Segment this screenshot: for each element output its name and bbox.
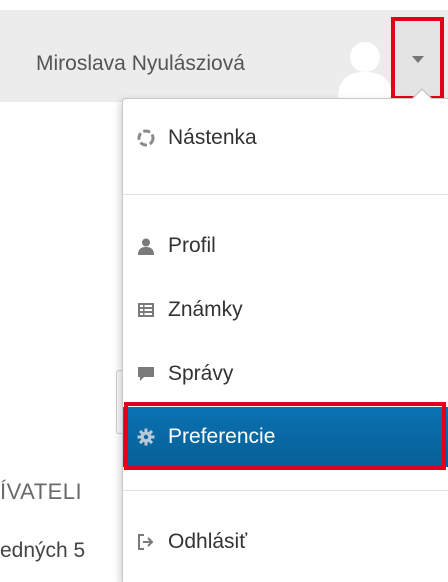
user-avatar-icon[interactable]	[336, 36, 394, 98]
caret-down-icon	[412, 56, 424, 63]
user-menu-dropdown: Nástenka Profil Známky Správy Preferenci…	[122, 88, 448, 582]
menu-item-label: Preferencie	[168, 425, 276, 448]
menu-item-profil[interactable]: Profil	[123, 221, 448, 271]
menu-item-label: Profil	[168, 234, 216, 257]
user-icon	[137, 237, 155, 255]
dropdown-arrow-inner	[412, 90, 432, 100]
menu-item-label: Známky	[168, 298, 243, 321]
logout-icon	[137, 533, 155, 551]
menu-item-label: Nástenka	[168, 126, 257, 149]
background-heading-fragment: ÍVATELI	[0, 479, 83, 504]
menu-item-label: Správy	[168, 362, 234, 385]
menu-item-label: Odhlásiť	[168, 530, 248, 553]
top-navbar: Miroslava Nyulásziová	[0, 10, 448, 102]
menu-item-znamky[interactable]: Známky	[123, 285, 448, 335]
background-text-fragment: edných 5	[0, 539, 86, 562]
menu-item-spravy[interactable]: Správy	[123, 349, 448, 399]
page: ÍVATELI edných 5 Miroslava Nyulásziová N…	[0, 0, 448, 582]
grades-table-icon	[137, 301, 155, 319]
user-name[interactable]: Miroslava Nyulásziová	[36, 52, 245, 76]
menu-divider	[123, 194, 448, 195]
menu-item-nastenka[interactable]: Nástenka	[123, 113, 448, 163]
message-icon	[137, 365, 155, 383]
menu-divider	[123, 490, 448, 491]
menu-item-preferencie[interactable]: Preferencie	[123, 407, 448, 467]
gear-icon	[137, 428, 155, 446]
menu-item-odhlasit[interactable]: Odhlásiť	[123, 517, 448, 567]
dashboard-icon	[137, 129, 155, 147]
